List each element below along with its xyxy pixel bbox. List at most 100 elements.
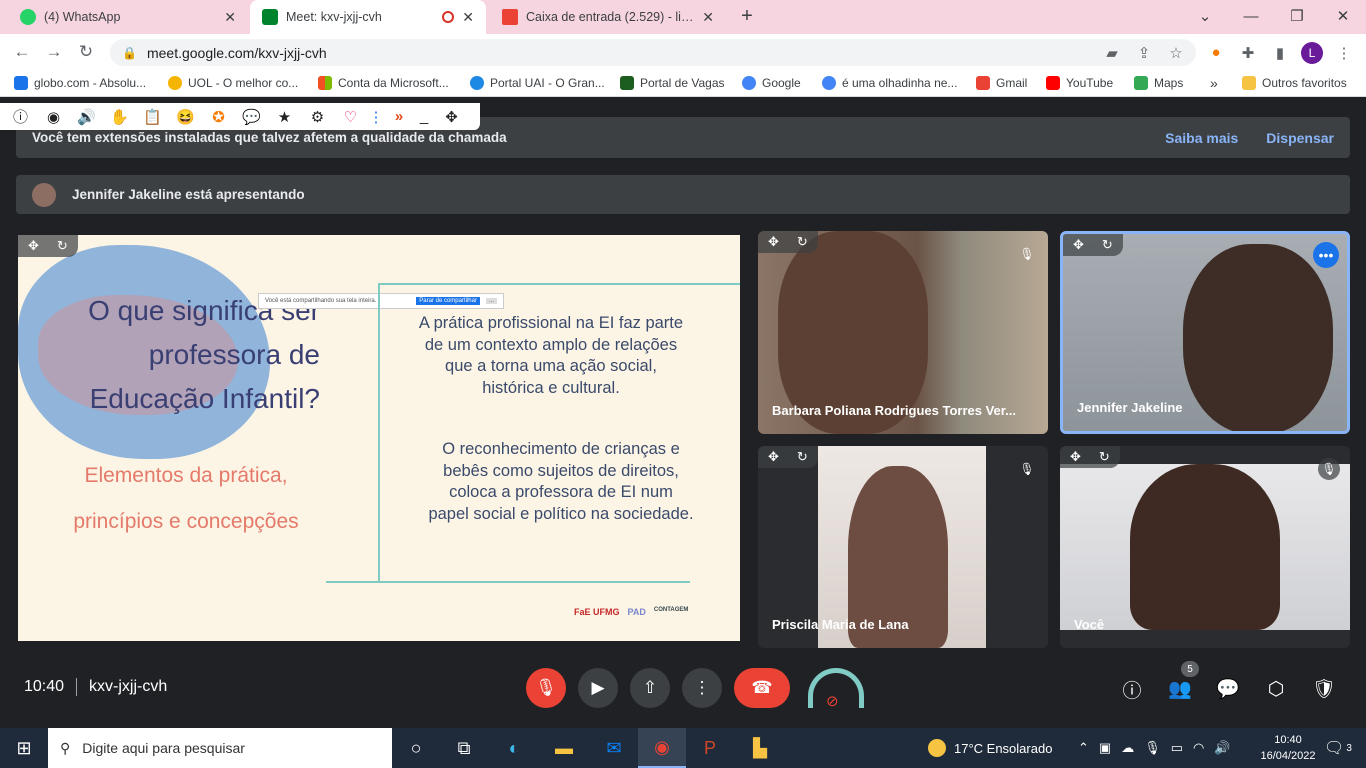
activities-icon[interactable]: ⬡ (1261, 674, 1291, 704)
edge-icon[interactable]: ◐ (490, 728, 538, 768)
new-tab-button[interactable]: + (724, 0, 770, 32)
extension-orange-icon[interactable]: ● (1202, 39, 1230, 66)
star-icon[interactable]: ★ (268, 103, 301, 130)
bookmark-gmail[interactable]: Gmail (976, 72, 1027, 94)
start-button[interactable]: ⊞ (0, 728, 48, 768)
meet-tray-icon[interactable]: ▣ (1099, 740, 1111, 756)
eye-off-icon[interactable]: ⊘ (826, 692, 839, 710)
tab-search-icon[interactable]: ⌄ (1182, 0, 1228, 32)
chat-bubble-icon[interactable]: 💬 (235, 103, 268, 130)
camera-toggle-button[interactable]: ▶ (578, 668, 618, 708)
move-icon[interactable]: ✥ (28, 238, 39, 254)
mic-off-icon: 🎙 (1318, 458, 1340, 480)
side-panel-icon[interactable]: ▮ (1266, 39, 1294, 66)
files-icon[interactable]: ▙ (736, 728, 784, 768)
close-tab-icon[interactable]: ✕ (224, 9, 236, 26)
mic-tray-icon[interactable]: 🎙 (1144, 740, 1161, 756)
chrome-icon[interactable]: ◉ (638, 728, 686, 768)
minimize-icon[interactable]: — (1228, 0, 1274, 32)
learn-more-link[interactable]: Saiba mais (1165, 130, 1238, 146)
forward-icon[interactable]: → (38, 34, 70, 70)
info-icon[interactable]: ⓘ (4, 103, 37, 130)
clipboard-icon[interactable]: 📋 (136, 103, 169, 130)
mail-icon[interactable]: ✉ (590, 728, 638, 768)
refresh-icon[interactable]: ↻ (57, 238, 68, 254)
cortana-icon[interactable]: ○ (392, 728, 440, 768)
address-bar[interactable]: 🔒 meet.google.com/kxv-jxjj-cvh (110, 39, 1196, 66)
refresh-icon[interactable]: ↻ (1099, 449, 1110, 465)
bookmark-olhadinha[interactable]: é uma olhadinha ne... (822, 72, 957, 94)
bookmark-star-icon[interactable]: ☆ (1162, 39, 1190, 66)
more-bookmarks-icon[interactable]: » (1210, 72, 1218, 94)
mic-off-icon: 🎙 (1019, 462, 1035, 476)
eye-icon[interactable]: ◉ (37, 103, 70, 130)
move-icon[interactable]: ✥ (1073, 237, 1084, 253)
meeting-details-icon[interactable]: ⓘ (1117, 674, 1147, 704)
clock[interactable]: 10:40 16/04/2022 (1258, 732, 1318, 764)
battery-icon[interactable]: ▭ (1171, 740, 1183, 756)
tab-meet[interactable]: Meet: kxv-jxjj-cvh ✕ (250, 0, 486, 34)
close-tab-icon[interactable]: ✕ (462, 9, 474, 26)
bookmark-globo[interactable]: globo.com - Absolu... (14, 72, 146, 94)
raise-hand-icon[interactable]: ✋ (103, 103, 136, 130)
wifi-icon[interactable]: ◠ (1193, 740, 1204, 756)
back-icon[interactable]: ← (6, 34, 38, 70)
minimize-icon[interactable]: _ (413, 103, 435, 130)
notification-center[interactable]: 🗨 3 (1324, 728, 1352, 768)
participant-tile-barbara[interactable]: ✥ ↻ 🎙 Barbara Poliana Rodrigues Torres Ve… (758, 231, 1048, 434)
onedrive-icon[interactable]: ☁ (1121, 740, 1134, 756)
host-controls-icon[interactable]: 🛡 (1309, 674, 1339, 704)
taskbar-search[interactable]: ⚲ Digite aqui para pesquisar (48, 728, 392, 768)
tray-chevron-icon[interactable]: ⌃ (1078, 740, 1089, 756)
fast-forward-icon[interactable]: » (385, 103, 413, 130)
bookmark-maps[interactable]: Maps (1134, 72, 1183, 94)
people-icon[interactable]: 👥 (1165, 674, 1195, 704)
profile-avatar[interactable]: L (1298, 39, 1326, 66)
bookmark-other-folder[interactable]: Outros favoritos (1242, 72, 1347, 94)
weather-widget[interactable]: 17°C Ensolarado (928, 728, 1052, 768)
move-icon[interactable]: ✥ (768, 449, 779, 465)
move-icon[interactable]: ✥ (1070, 449, 1081, 465)
heart-icon[interactable]: ♡ (334, 103, 367, 130)
bookmark-uol[interactable]: UOL - O melhor co... (168, 72, 298, 94)
bookmark-google[interactable]: Google (742, 72, 801, 94)
close-tab-icon[interactable]: ✕ (702, 9, 714, 26)
refresh-icon[interactable]: ↻ (1102, 237, 1113, 253)
move-icon[interactable]: ✥ (768, 234, 779, 250)
mic-toggle-button[interactable]: 🎙 (526, 668, 566, 708)
share-icon[interactable]: ⇪ (1130, 39, 1158, 66)
badge-icon[interactable]: ✪ (202, 103, 235, 130)
task-view-icon[interactable]: ⧉ (440, 728, 488, 768)
tab-gmail[interactable]: Caixa de entrada (2.529) - lilianso ✕ (490, 0, 726, 34)
bookmark-youtube[interactable]: YouTube (1046, 72, 1113, 94)
more-options-icon[interactable]: ••• (1313, 242, 1339, 268)
participant-tile-you[interactable]: ✥ ↻ 🎙 Você (1060, 446, 1350, 648)
powerpoint-icon[interactable]: P (686, 728, 734, 768)
refresh-icon[interactable]: ↻ (797, 234, 808, 250)
tab-whatsapp[interactable]: (4) WhatsApp ✕ (8, 0, 248, 34)
bookmark-portal-uai[interactable]: Portal UAI - O Gran... (470, 72, 605, 94)
emoji-icon[interactable]: 😆 (169, 103, 202, 130)
menu-dots-icon[interactable]: ⋮ (1330, 39, 1358, 66)
reload-icon[interactable]: ↻ (70, 34, 102, 70)
refresh-icon[interactable]: ↻ (797, 449, 808, 465)
bookmark-portal-vagas[interactable]: Portal de Vagas (620, 72, 725, 94)
present-screen-button[interactable]: ⇧ (630, 668, 670, 708)
file-explorer-icon[interactable]: ▬ (540, 728, 588, 768)
leave-call-button[interactable]: ☎ (734, 668, 790, 708)
volume-icon[interactable]: 🔊 (70, 103, 103, 130)
participant-tile-jennifer[interactable]: ✥ ↻ ••• Jennifer Jakeline (1060, 231, 1350, 434)
move-icon[interactable]: ✥ (435, 103, 468, 130)
more-vert-icon[interactable]: ⋮ (367, 103, 385, 130)
camera-blocked-icon[interactable]: ▰ (1098, 39, 1126, 66)
chat-icon[interactable]: 💬 (1213, 674, 1243, 704)
close-window-icon[interactable]: ✕ (1320, 0, 1366, 32)
participant-tile-priscila[interactable]: ✥ ↻ 🎙 Priscila Maria de Lana (758, 446, 1048, 648)
volume-icon[interactable]: 🔊 (1214, 740, 1230, 756)
extensions-puzzle-icon[interactable]: ✚ (1234, 39, 1262, 66)
dismiss-button[interactable]: Dispensar (1266, 130, 1334, 146)
gear-icon[interactable]: ⚙ (301, 103, 334, 130)
more-options-button[interactable]: ⋮ (682, 668, 722, 708)
bookmark-microsoft[interactable]: Conta da Microsoft... (318, 72, 449, 94)
restore-icon[interactable]: ❐ (1274, 0, 1320, 32)
